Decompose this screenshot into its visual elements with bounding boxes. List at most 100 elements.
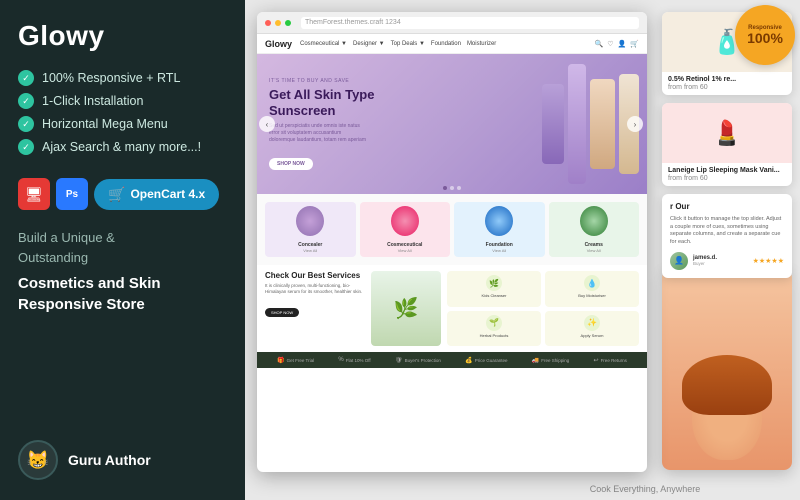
feature-item-1: ✓ 100% Responsive + RTL xyxy=(18,70,227,86)
feature-list: ✓ 100% Responsive + RTL ✓ 1-Click Instal… xyxy=(18,70,227,162)
footer-label-2: Flat 10% Off xyxy=(346,358,371,363)
browser-url: ThemForest.themes.craft 1234 xyxy=(301,17,639,29)
reviewer-info: james.d. Buyer xyxy=(693,255,717,266)
footer-item-5: 🚚 Free Shipping xyxy=(532,357,570,364)
opencart-button[interactable]: 🛒 OpenCart 4.x xyxy=(94,179,219,210)
footer-icon-1: 🎁 xyxy=(277,357,284,364)
footer-item-3: 🛡 Buyer's Protection xyxy=(395,357,441,364)
footer-item-4: 💰 Price Guarantee xyxy=(465,357,507,364)
category-count-2: View All xyxy=(398,248,412,253)
nav-item-3[interactable]: Top Deals ▼ xyxy=(391,41,425,47)
author-name: Guru Author xyxy=(68,452,151,468)
opencart-label: OpenCart 4.x xyxy=(130,187,205,201)
category-img-4 xyxy=(580,206,608,236)
product-card-2[interactable]: 💄 Laneige Lip Sleeping Mask Vani... from… xyxy=(662,103,792,186)
nav-item-1[interactable]: Cosmeceutical ▼ xyxy=(300,41,347,47)
check-icon-1: ✓ xyxy=(18,70,34,86)
service-card-4: ✨ Apply Serum xyxy=(545,311,639,347)
feature-item-3: ✓ Horizontal Mega Menu xyxy=(18,116,227,132)
category-count-3: View All xyxy=(492,248,506,253)
browser-dot-yellow xyxy=(275,20,281,26)
footer-icon-4: 💰 xyxy=(465,357,472,364)
product-price-2: from from 60 xyxy=(662,175,792,186)
opencart-bar: 🖥 Ps 🛒 OpenCart 4.x xyxy=(18,178,227,210)
product-img-2: 💄 xyxy=(662,103,792,163)
hero-product-1 xyxy=(542,84,564,164)
service-icon-3: 🌱 xyxy=(486,315,502,331)
responsive-badge: Responsive 100% xyxy=(735,5,795,65)
product-price-1: from from 60 xyxy=(662,84,792,95)
hero-prev-arrow[interactable]: ‹ xyxy=(259,116,275,132)
category-count-1: View All xyxy=(303,248,317,253)
footer-icon-5: 🚚 xyxy=(532,357,539,364)
services-title: Check Our Best Services xyxy=(265,271,365,280)
service-card-2: 💧 Buy Moisturiser xyxy=(545,271,639,307)
feature-label-2: 1-Click Installation xyxy=(42,94,143,108)
hero-banner: IT'S TIME TO BUY AND SAVE Get All Skin T… xyxy=(257,54,647,194)
browser-bar: ThemForest.themes.craft 1234 xyxy=(257,12,647,34)
product-name-1: 0.5% Retinol 1% re... xyxy=(662,72,792,84)
category-section: Concealer View All Cosmeceutical View Al… xyxy=(257,194,647,265)
nav-item-2[interactable]: Designer ▼ xyxy=(353,41,385,47)
category-card-4[interactable]: Creams View All xyxy=(549,202,640,257)
hero-shop-button[interactable]: SHOP NOW xyxy=(269,158,313,170)
build-text: Build a Unique &Outstanding xyxy=(18,228,227,267)
service-icon-4: ✨ xyxy=(584,315,600,331)
responsive-percent: 100% xyxy=(747,31,783,45)
category-img-1 xyxy=(296,206,324,236)
hero-product-3 xyxy=(590,79,615,169)
bottom-text: Cook Everything, Anywhere xyxy=(490,484,800,494)
service-icon-1: 🌿 xyxy=(486,275,502,291)
review-card: r Our Click it button to manage the top … xyxy=(662,194,792,278)
check-icon-3: ✓ xyxy=(18,116,34,132)
account-icon[interactable]: 👤 xyxy=(618,40,627,48)
model-photo xyxy=(662,270,792,470)
service-label-1: Kids Cleanser xyxy=(482,293,507,298)
model-face xyxy=(692,370,762,460)
nav-item-4[interactable]: Foundation xyxy=(431,41,461,47)
reviewer-avatar: 👤 xyxy=(670,252,688,270)
heart-icon[interactable]: ♡ xyxy=(607,40,613,48)
feature-label-4: Ajax Search & many more...! xyxy=(42,140,201,154)
review-text: Click it button to manage the top slider… xyxy=(670,216,784,247)
services-section: Check Our Best Services It is clinically… xyxy=(257,265,647,352)
store-title: Cosmetics and Skin Responsive Store xyxy=(18,273,227,315)
category-card-3[interactable]: Foundation View All xyxy=(454,202,545,257)
footer-icon-6: ↩ xyxy=(594,357,599,364)
feature-item-2: ✓ 1-Click Installation xyxy=(18,93,227,109)
category-img-3 xyxy=(485,206,513,236)
nav-items: Cosmeceutical ▼ Designer ▼ Top Deals ▼ F… xyxy=(300,41,587,47)
ps-icon-badge: Ps xyxy=(56,178,88,210)
category-card-1[interactable]: Concealer View All xyxy=(265,202,356,257)
hero-next-arrow[interactable]: › xyxy=(627,116,643,132)
nav-item-5[interactable]: Moisturizer xyxy=(467,41,496,47)
search-icon[interactable]: 🔍 xyxy=(595,40,604,48)
service-label-2: Buy Moisturiser xyxy=(578,293,606,298)
cart-nav-icon[interactable]: 🛒 xyxy=(630,40,639,48)
category-img-2 xyxy=(391,206,419,236)
hero-dots xyxy=(443,186,461,190)
hero-text: IT'S TIME TO BUY AND SAVE Get All Skin T… xyxy=(269,78,374,170)
services-left: Check Our Best Services It is clinically… xyxy=(265,271,365,346)
category-card-2[interactable]: Cosmeceutical View All xyxy=(360,202,451,257)
services-shop-button[interactable]: SHOP NOW xyxy=(265,308,299,317)
services-product: 🌿 xyxy=(371,271,441,346)
footer-item-2: % Flat 10% Off xyxy=(338,357,370,363)
service-icon-2: 💧 xyxy=(584,275,600,291)
service-card-3: 🌱 Herbal Products xyxy=(447,311,541,347)
review-header: r Our xyxy=(670,202,784,211)
hero-desc: Sed ut perspiciatis unde omnis iste natu… xyxy=(269,123,369,144)
reviewer-stars: ★★★★★ xyxy=(753,257,784,265)
footer-bar: 🎁 Get Free Trial % Flat 10% Off 🛡 Buyer'… xyxy=(257,352,647,368)
author-avatar: 😸 xyxy=(18,440,58,480)
store-logo: Glowy xyxy=(265,39,292,49)
check-icon-2: ✓ xyxy=(18,93,34,109)
feature-item-4: ✓ Ajax Search & many more...! xyxy=(18,139,227,155)
hero-dot-3 xyxy=(457,186,461,190)
category-count-4: View All xyxy=(587,248,601,253)
feature-label-3: Horizontal Mega Menu xyxy=(42,117,168,131)
brand-title: Glowy xyxy=(18,20,227,52)
footer-icon-2: % xyxy=(338,357,343,363)
reviewer: 👤 james.d. Buyer ★★★★★ xyxy=(670,252,784,270)
check-icon-4: ✓ xyxy=(18,139,34,155)
